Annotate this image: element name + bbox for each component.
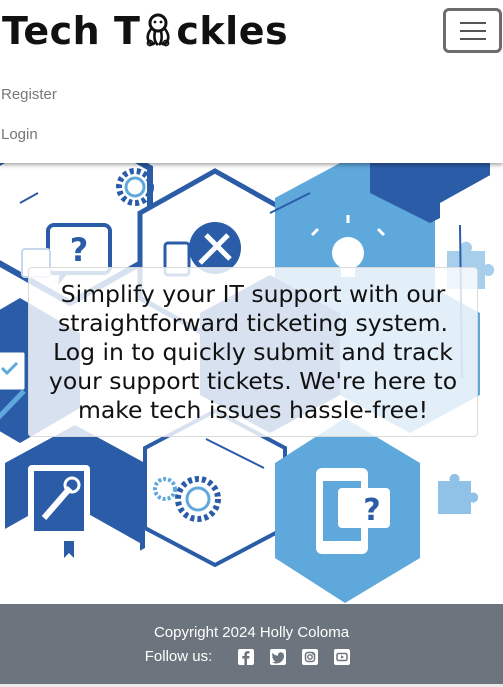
- hamburger-line: [459, 37, 486, 40]
- facebook-icon[interactable]: [238, 648, 255, 665]
- footer: Copyright 2024 Holly Coloma Follow us:: [0, 604, 503, 684]
- svg-text:?: ?: [70, 231, 89, 269]
- copyright-text: Copyright 2024 Holly Coloma: [153, 624, 350, 641]
- twitter-icon[interactable]: [270, 648, 287, 665]
- navbar: Tech T ckles Register Login: [0, 0, 503, 163]
- hamburger-line: [459, 29, 486, 32]
- puzzle-icon-bottom: [438, 473, 479, 514]
- hero-message: Simplify your IT support with our straig…: [48, 279, 458, 424]
- svg-text:?: ?: [363, 493, 380, 528]
- nav-register-link[interactable]: Register: [1, 86, 57, 103]
- follow-us-label: Follow us:: [144, 648, 213, 665]
- brand-name-part2: ckles: [176, 9, 289, 53]
- octopus-icon: [146, 13, 170, 47]
- navbar-toggler-button[interactable]: [443, 8, 502, 53]
- instagram-icon[interactable]: [302, 648, 319, 665]
- nav-login-link[interactable]: Login: [1, 126, 38, 143]
- hero-section: ? ? Simplify your IT support with our st…: [0, 163, 503, 604]
- follow-us-row: Follow us:: [0, 648, 503, 665]
- hamburger-line: [459, 21, 486, 24]
- brand-logo-link[interactable]: Tech T ckles: [2, 8, 288, 54]
- brand-name-part1: Tech T: [2, 9, 141, 53]
- hero-message-box: Simplify your IT support with our straig…: [28, 267, 478, 437]
- youtube-icon[interactable]: [334, 648, 351, 665]
